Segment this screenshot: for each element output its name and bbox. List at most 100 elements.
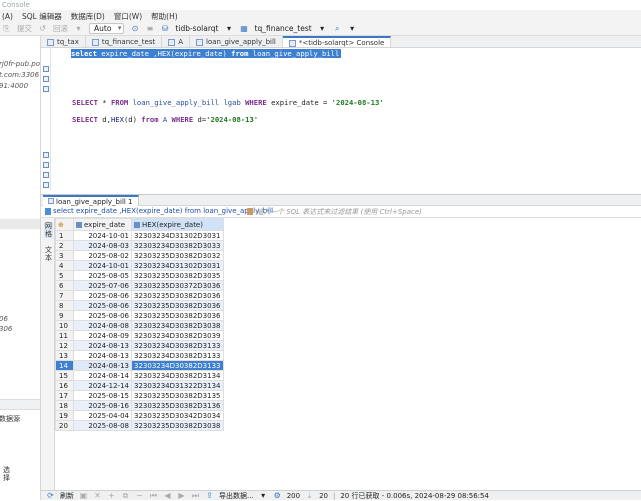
table-row[interactable]: 2 2024-08-03 32303234D30382D3033 [55,240,224,251]
cancel-icon[interactable]: ✕ [93,491,102,500]
rollback-button[interactable]: 回滚 [53,23,68,34]
hex-value-cell[interactable]: 32303235D30382D3036 [131,300,224,311]
menu-item-help[interactable]: 帮助(H) [151,11,178,22]
hex-value-cell[interactable]: 32303235D30382D3036 [131,310,224,321]
fetch-icon[interactable]: ⤓ [305,491,314,500]
expire-date-cell[interactable]: 2024-08-13 [73,360,132,371]
row-number-cell[interactable]: 11 [55,330,74,341]
first-page-icon[interactable]: ⏮ [149,491,158,500]
hex-value-cell[interactable]: 32303234D30382D3039 [131,330,224,341]
hex-value-cell[interactable]: 32303234D31302D3031 [131,230,224,241]
expire-date-cell[interactable]: 2025-04-04 [73,410,132,421]
grid-view-toggle[interactable]: 网格 [44,222,53,238]
chevron-down-icon[interactable]: ▾ [318,24,327,33]
table-row[interactable]: 19 2025-04-04 32303235D30342D3034 [55,410,224,421]
row-number-cell[interactable]: 19 [55,410,74,421]
row-number-cell[interactable]: 16 [55,380,74,391]
table-row[interactable]: 1 2024-10-01 32303234D31302D3031 [55,230,224,241]
history-icon[interactable] [43,172,49,178]
menu-item-database[interactable]: 数据库(D) [71,11,105,22]
hex-value-cell[interactable]: 32303235D30342D3034 [131,410,224,421]
code-line-3[interactable]: SELECT d,HEX(d) from A WHERE d='2024-08-… [72,115,258,124]
row-number-cell[interactable]: 18 [55,400,74,411]
chevron-down-icon[interactable]: ▾ [348,24,357,33]
lock-icon[interactable]: ≡ [145,24,154,33]
table-row[interactable]: 18 2025-08-16 32303235D30382D3136 [55,400,224,411]
table-row[interactable]: 15 2024-08-14 32303234D30382D3134 [55,370,224,381]
commit-button[interactable]: 提交 [17,23,32,34]
commit-icon[interactable]: ⎘ [2,24,11,33]
hex-value-cell[interactable]: 32303234D30382D3133 [131,340,224,351]
expire-date-cell[interactable]: 2024-08-14 [73,370,132,381]
table-row[interactable]: 11 2024-08-09 32303234D30382D3039 [55,330,224,341]
export-icon[interactable]: ⇪ [205,491,214,500]
transaction-icon[interactable]: ▾ [74,24,83,33]
expire-date-cell[interactable]: 2024-08-09 [73,330,132,341]
tab-loan-give-apply-bill[interactable]: loan_give_apply_bill [190,36,283,47]
chevron-down-icon[interactable]: ▾ [225,24,234,33]
hex-value-cell[interactable]: 32303235D30382D3036 [131,290,224,301]
row-number-header[interactable]: ⊕ [55,218,74,231]
outline-icon[interactable] [43,162,49,168]
table-row[interactable]: 14 2024-08-13 32303234D30382D3133 [55,360,224,371]
execute-icon[interactable] [43,66,49,72]
sql-editor[interactable]: select expire_date ,HEX(expire_date) fro… [41,48,641,190]
hex-value-cell[interactable]: 32303235D30382D3038 [131,420,224,431]
row-number-cell[interactable]: 12 [55,340,74,351]
code-line-2[interactable]: SELECT * FROM loan_give_apply_bill lgab … [72,98,384,107]
column-header-expire-date[interactable]: expire_date [73,218,132,231]
table-row[interactable]: 6 2025-07-06 32303235D30372D3036 [55,280,224,291]
code-line-1[interactable]: select expire_date ,HEX(expire_date) fro… [71,49,342,58]
rollback-icon[interactable]: ↺ [38,24,47,33]
table-row[interactable]: 9 2025-08-06 32303235D30382D3036 [55,310,224,321]
text-view-toggle[interactable]: 文本 [44,246,53,262]
table-row[interactable]: 10 2024-08-08 32303234D30382D3038 [55,320,224,331]
column-header-hex[interactable]: HEX(expire_date) [131,218,224,231]
hex-value-cell[interactable]: 32303235D30382D3135 [131,390,224,401]
expire-date-cell[interactable]: 2024-10-01 [73,230,132,241]
hex-value-cell[interactable]: 32303234D30382D3038 [131,320,224,331]
expire-date-cell[interactable]: 2024-08-13 [73,350,132,361]
row-number-cell[interactable]: 5 [55,270,74,281]
expire-date-cell[interactable]: 2025-08-02 [73,250,132,261]
hex-value-cell[interactable]: 32303234D31322D3134 [131,380,224,391]
format-icon[interactable] [43,152,49,158]
delete-row-icon[interactable]: − [135,491,144,500]
expire-date-cell[interactable]: 2025-08-06 [73,310,132,321]
row-number-cell[interactable]: 14 [55,360,74,371]
search-icon[interactable]: ⌕ [333,24,342,33]
table-row[interactable]: 16 2024-12-14 32303234D31322D3134 [55,380,224,391]
menu-item-a[interactable]: (A) [2,12,13,21]
table-row[interactable]: 20 2025-08-08 32303235D30382D3038 [55,420,224,431]
expire-date-cell[interactable]: 2025-08-15 [73,390,132,401]
execute-script-icon[interactable] [43,76,49,82]
row-number-cell[interactable]: 9 [55,310,74,321]
connection-select[interactable]: tidb-solarqt [175,24,218,33]
datasource-label[interactable]: 数据源 [0,414,20,424]
menu-item-window[interactable]: 窗口(W) [114,11,142,22]
fetch-size-value[interactable]: 200 [287,492,300,500]
hex-value-cell[interactable]: 32303235D30382D3035 [131,270,224,281]
row-number-cell[interactable]: 4 [55,260,74,271]
refresh-button[interactable]: 刷新 [60,491,74,501]
row-number-cell[interactable]: 10 [55,320,74,331]
table-row[interactable]: 8 2025-08-06 32303235D30382D3036 [55,300,224,311]
tab-a[interactable]: A [162,36,191,47]
chevron-down-icon[interactable]: ▾ [259,491,268,500]
hex-value-cell[interactable]: 32303234D30382D3134 [131,370,224,381]
explain-icon[interactable] [43,86,49,92]
row-number-cell[interactable]: 7 [55,290,74,301]
last-page-icon[interactable]: ⏭ [191,491,200,500]
refresh-icon[interactable]: ⟳ [46,491,55,500]
expire-date-cell[interactable]: 2025-08-08 [73,420,132,431]
next-page-icon[interactable]: ▶ [177,491,186,500]
history-icon[interactable]: ⊙ [130,24,139,33]
sidebar-selected-row[interactable] [0,219,40,229]
table-row[interactable]: 4 2024-10-01 32303234D31302D3031 [55,260,224,271]
save-icon[interactable]: ▣ [79,491,88,500]
filter-input[interactable]: 输入一个 SQL 表达式来过滤结果 (使用 Ctrl+Space) [256,207,422,217]
export-button[interactable]: 导出数据... [219,491,254,501]
row-number-cell[interactable]: 20 [55,420,74,431]
row-number-cell[interactable]: 8 [55,300,74,311]
hex-value-cell[interactable]: 32303234D31302D3031 [131,260,224,271]
